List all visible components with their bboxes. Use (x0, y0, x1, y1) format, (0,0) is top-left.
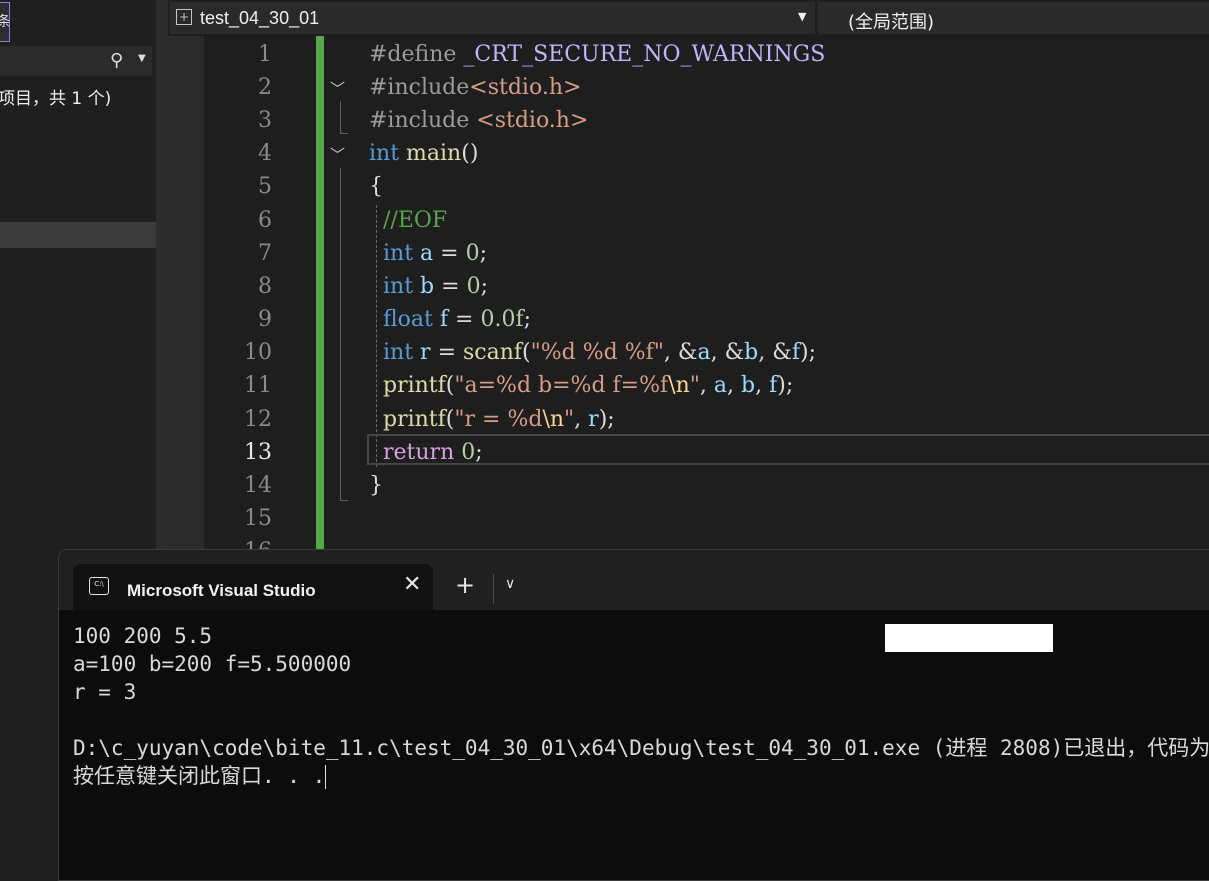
editor-navigation-bar: + test_04_30_01 ▼ (全局范围) (168, 0, 1209, 36)
code-line: printf("a=%d b=%d f=%f\n", a, b, f); (383, 373, 794, 398)
fold-guide (340, 133, 348, 134)
line-number: 1 (258, 42, 272, 67)
terminal-output-line: 100 200 5.5 (73, 624, 213, 648)
line-number: 7 (258, 241, 272, 266)
line-number: 6 (258, 208, 272, 233)
line-number: 14 (244, 473, 272, 498)
line-number: 15 (244, 506, 272, 531)
solution-explorer-toolbar-button[interactable]: 条 (0, 2, 10, 42)
line-number: 5 (258, 174, 272, 199)
change-tracking-bar (316, 36, 324, 556)
project-dropdown-label: test_04_30_01 (200, 8, 320, 28)
scope-dropdown-label: (全局范围) (848, 12, 935, 33)
line-number: 3 (258, 108, 272, 133)
line-number: 9 (258, 307, 272, 332)
line-number: 4 (258, 141, 272, 166)
code-line: { (369, 174, 383, 199)
plus-icon[interactable]: + (455, 572, 475, 598)
line-number: 11 (244, 373, 272, 398)
fold-chevron-icon[interactable]: ﹀ (330, 78, 345, 99)
terminal-output-line: a=100 b=200 f=5.500000 (73, 652, 352, 676)
code-line: //EOF (383, 208, 448, 233)
solution-tree-selected-item[interactable] (0, 222, 156, 248)
line-number: 8 (258, 274, 272, 299)
code-line: #include<stdio.h> (369, 75, 582, 100)
close-icon[interactable]: ✕ (403, 572, 421, 597)
search-icon[interactable]: ⚲ (110, 50, 123, 71)
line-number: 10 (244, 340, 272, 365)
terminal-tab-title: Microsoft Visual Studio 调试控制台 (127, 581, 317, 600)
project-file-icon: + (176, 9, 192, 25)
fold-guide (340, 168, 341, 500)
code-line: return 0; (383, 440, 483, 465)
code-line: int a = 0; (383, 241, 488, 266)
fold-guide (340, 101, 341, 133)
terminal-output[interactable]: 100 200 5.5 a=100 b=200 f=5.500000 r = 3… (59, 610, 1209, 880)
terminal-output-line: 按任意键关闭此窗口. . . (73, 762, 327, 790)
text-cursor (325, 765, 327, 789)
chevron-down-icon[interactable]: ▼ (798, 10, 806, 23)
code-line: } (369, 473, 383, 498)
code-line: #define _CRT_SECURE_NO_WARNINGS (369, 42, 826, 67)
terminal-prompt-text: 按任意键关闭此窗口. . . (73, 764, 326, 788)
code-line: int main() (369, 141, 479, 166)
chevron-down-icon[interactable]: ▼ (138, 53, 146, 64)
solution-status-text: 项目，共 1 个) (0, 89, 112, 109)
code-line: float f = 0.0f; (383, 307, 532, 332)
terminal-icon: C:\ (89, 577, 109, 595)
fold-guide (340, 500, 348, 501)
code-line: printf("r = %d\n", r); (383, 407, 615, 432)
line-number: 2 (258, 75, 272, 100)
code-line: int b = 0; (383, 274, 488, 299)
line-number-current: 13 (244, 440, 272, 465)
terminal-output-line: r = 3 (73, 680, 137, 704)
terminal-output-line: D:\c_yuyan\code\bite_11.c\test_04_30_01\… (73, 736, 1209, 760)
code-line: int r = scanf("%d %d %f", &a, &b, &f); (383, 340, 816, 365)
terminal-tab[interactable]: C:\ Microsoft Visual Studio 调试控制台 ✕ (73, 564, 433, 611)
terminal-tab-bar: C:\ Microsoft Visual Studio 调试控制台 ✕ + ∨ (59, 550, 1209, 611)
redaction-box (885, 624, 1053, 652)
scope-dropdown[interactable]: (全局范围) (818, 2, 1209, 34)
line-number: 12 (244, 407, 272, 432)
project-dropdown[interactable]: + test_04_30_01 ▼ (170, 2, 815, 34)
current-line-highlight (367, 434, 1209, 465)
code-line: #include <stdio.h> (369, 108, 589, 133)
solution-explorer-search-input[interactable] (0, 46, 152, 76)
debug-console-window[interactable]: C:\ Microsoft Visual Studio 调试控制台 ✕ + ∨ … (58, 549, 1209, 881)
fold-chevron-icon[interactable]: ﹀ (330, 144, 345, 165)
tab-bar-divider (493, 574, 494, 604)
chevron-down-icon[interactable]: ∨ (505, 576, 515, 592)
